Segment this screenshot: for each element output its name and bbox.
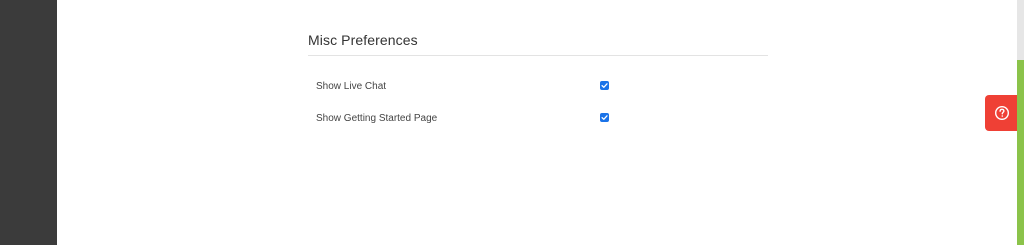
pref-label-show-live-chat: Show Live Chat: [316, 81, 387, 92]
help-button[interactable]: [985, 95, 1018, 131]
question-circle-icon: [994, 105, 1009, 121]
pref-row-show-getting-started-page: Show Getting Started Page: [316, 111, 616, 131]
left-sidebar: [0, 0, 57, 245]
show-live-chat-checkbox[interactable]: [600, 81, 609, 90]
scrollbar-thumb[interactable]: [1017, 60, 1024, 245]
show-getting-started-page-checkbox[interactable]: [600, 113, 609, 122]
pref-label-show-getting-started-page: Show Getting Started Page: [316, 113, 438, 124]
checkmark-icon: [601, 83, 608, 88]
pref-row-show-live-chat: Show Live Chat: [316, 79, 616, 99]
section-divider: [308, 55, 768, 56]
app-window: Misc Preferences Show Live Chat Show Get…: [0, 0, 1024, 245]
checkmark-icon: [601, 115, 608, 120]
scrollbar-track[interactable]: [1017, 0, 1024, 245]
section-title: Misc Preferences: [308, 32, 418, 48]
